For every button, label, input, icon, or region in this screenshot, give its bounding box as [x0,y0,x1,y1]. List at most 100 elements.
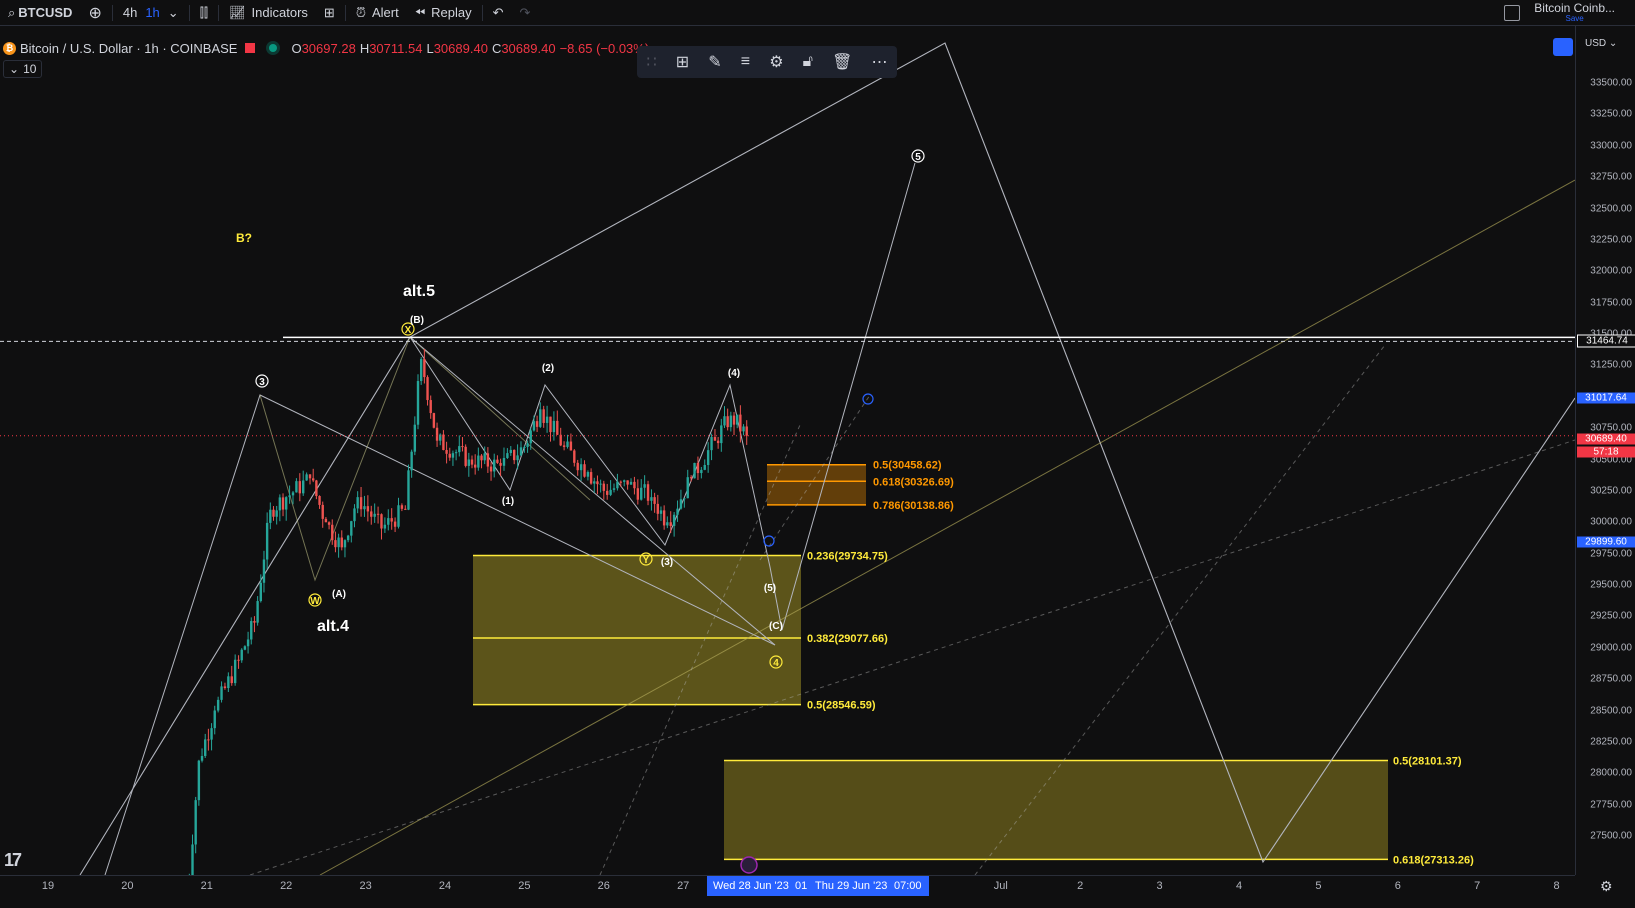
fib-label: 0.786(30138.86) [873,500,954,512]
candle-body [435,427,439,441]
candle-body [302,480,305,494]
top-toolbar: ⌕ BTCUSD ⊕ 4h 1h ⌄ ⫿⫿ 📈︎ Indicators ⊞ ⏰︎… [0,0,1635,26]
more-icon[interactable]: ⋯ [871,52,887,72]
interval-4h[interactable]: 4h [115,0,145,25]
time-sel-start: Wed 28 Jun '23 [713,880,789,892]
price-chart[interactable]: 0.5(30458.62) 0.618(30326.69) 0.786(30138.… [0,25,1575,875]
indicator-toggle[interactable]: ⌄ 10 [3,60,43,78]
price-tick: 30250.00 [1590,485,1632,497]
price-tick: 30000.00 [1590,516,1632,528]
currency-selector[interactable]: USD ⌄ [1585,38,1617,49]
low-key: L [426,40,434,56]
label-b-question: B? [236,231,252,245]
replay-button[interactable]: ⏪︎ Replay [407,0,480,25]
trash-icon[interactable]: 🗑︎ [832,52,852,72]
close-value: 30689.40 [501,40,556,56]
candle-body [636,488,640,500]
candle-body [535,421,539,427]
price-tick: 32000.00 [1590,265,1632,277]
candle-body [486,453,490,467]
label-B: (B) [410,315,424,326]
candle-body [413,424,417,452]
interval-1h[interactable]: 1h [145,0,167,25]
alarm-icon: ⏰︎ [355,4,366,20]
wave-5-circle-text: 5 [915,152,921,163]
candle-body [509,449,512,454]
alert-button[interactable]: ⏰︎ Alert [348,0,407,25]
chart-type-button[interactable]: ⫿⫿ [192,0,216,25]
redo-button[interactable]: ↷ [511,0,538,25]
fib-zone-orange [767,464,866,505]
search-icon: ⌕ [8,4,16,20]
candle-body [227,676,230,689]
candle-body [250,621,253,640]
candle-body [288,495,291,498]
fib-label: 0.5(30458.62) [873,460,942,472]
candle-body [359,497,363,510]
candle-body [308,474,312,479]
fullscreen-checkbox[interactable] [1504,4,1521,21]
price-scale-settings-button[interactable] [1553,38,1573,56]
candle-body [278,497,282,511]
candle-body [269,509,272,523]
candle-body [549,416,552,433]
candle-body [623,480,626,482]
undo-button[interactable]: ↶ [485,0,512,25]
candle-body [569,441,573,451]
candle-body [473,464,477,468]
low-price-badge: 29899.60 [1577,536,1635,548]
hline-price-badge: 31464.74 [1577,334,1635,348]
candle-body [350,521,353,536]
drag-handle-icon[interactable]: ∷ [647,52,657,72]
candle-body [454,452,458,454]
time-tick: Jul [993,880,1008,892]
candle-body [272,509,275,517]
candle-body [720,425,723,444]
candle-body [502,457,506,466]
change-value: −8.65 (−0.03%) [559,40,650,56]
template-icon[interactable]: ⊞ [676,52,689,72]
compare-button[interactable]: ⊕ [80,0,109,25]
flag-icon[interactable] [245,43,256,53]
market-open-icon [269,44,278,52]
candle-body [576,462,579,471]
grid-icon: ⊞ [323,4,335,20]
candle-body [419,359,423,382]
candle-body [324,518,328,523]
lock-icon[interactable]: 🔓︎ [803,53,813,71]
candle-body [640,487,643,500]
candle-body [526,443,529,447]
candle-body [461,446,464,448]
line-style-icon[interactable]: ≡ [741,53,750,71]
pencil-color-icon[interactable]: ✎ [708,52,721,72]
price-tick: 32250.00 [1590,234,1632,246]
candle-body [489,466,493,472]
candle-body [480,455,483,461]
time-tick: 27 [677,880,690,892]
candle-body [343,540,347,548]
candle-body [512,449,516,461]
time-tick: 7 [1474,880,1481,892]
price-tick: 28250.00 [1590,736,1632,748]
gear-icon[interactable]: ⚙ [769,52,783,72]
price-tick: 28500.00 [1590,705,1632,716]
candle-body [321,504,324,519]
candle-body [445,449,448,454]
layout-menu[interactable]: Bitcoin Coinb... Save [1534,2,1615,23]
candle-body [334,540,337,548]
layout-name: Bitcoin Coinb... [1534,1,1615,15]
templates-button[interactable]: ⊞ [316,0,343,25]
candle-body [612,488,616,490]
candle-body [237,659,240,661]
candle-body [700,469,703,474]
indicators-button[interactable]: 📈︎ Indicators [221,0,316,25]
price-tick: 27750.00 [1590,799,1632,811]
symbol-search[interactable]: ⌕ BTCUSD [0,0,80,25]
interval-dropdown[interactable]: ⌄ [168,0,187,25]
candle-body [464,446,467,466]
label-1: (1) [502,496,514,507]
axis-settings-button[interactable]: ⚙ [1600,878,1613,895]
candle-body [739,414,742,432]
candle-body [220,686,223,700]
candle-body [210,728,213,740]
